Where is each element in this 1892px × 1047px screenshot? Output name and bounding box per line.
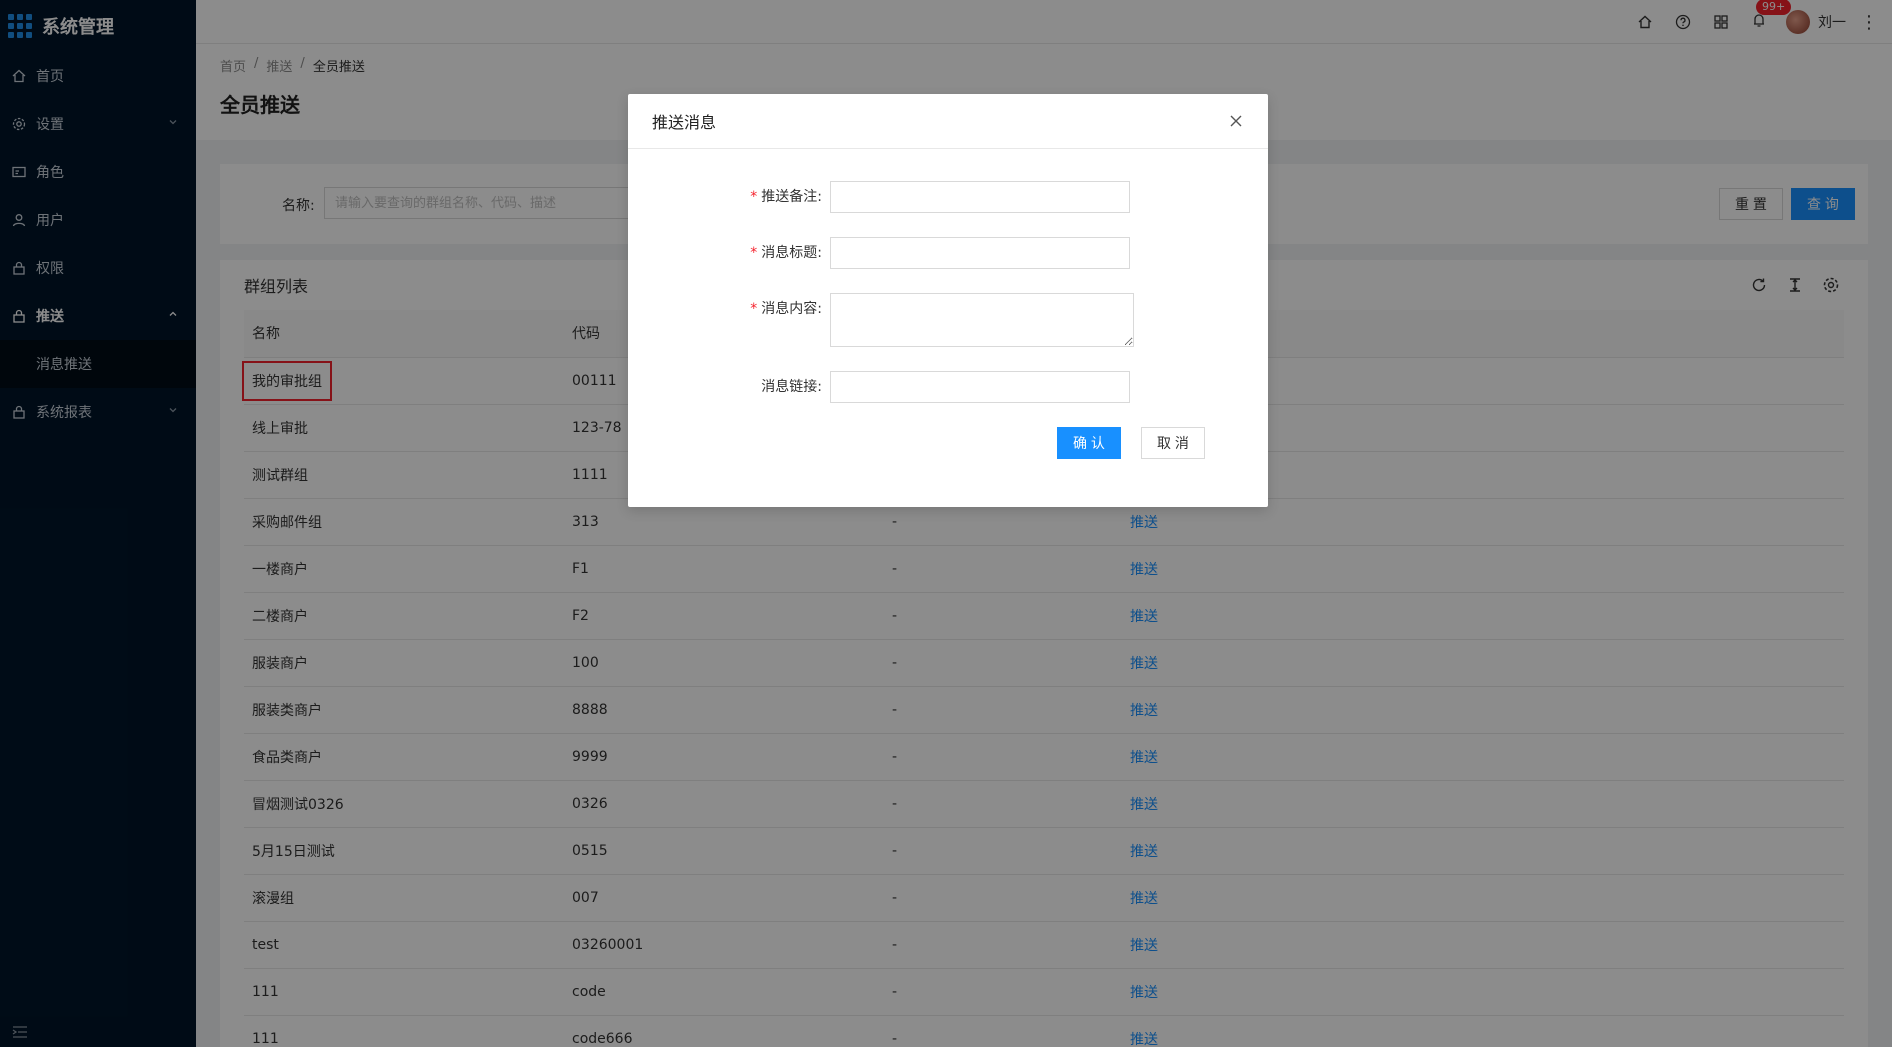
cancel-button[interactable]: 取 消 xyxy=(1141,427,1205,459)
form-row-remark: * 推送备注: xyxy=(628,181,1268,213)
confirm-button[interactable]: 确 认 xyxy=(1057,427,1121,459)
field-label: * 推送备注: xyxy=(750,189,822,205)
modal-header: 推送消息 xyxy=(628,94,1268,149)
field-label: * 消息内容: xyxy=(750,301,822,317)
form-row-title: * 消息标题: xyxy=(628,237,1268,269)
required-mark: * xyxy=(750,245,758,261)
app-root: 系统管理 首页 设置 角色 用户 权限 推送 消息推送 系统报表 99+ 刘一 … xyxy=(0,0,1892,1047)
required-mark: * xyxy=(750,189,758,205)
field-label: * 消息标题: xyxy=(750,245,822,261)
push-message-modal: 推送消息 * 推送备注: * 消息标题: * 消息内容: 消息链接: 确 认 取 消 xyxy=(628,94,1268,507)
close-icon[interactable] xyxy=(1228,113,1244,129)
required-mark: * xyxy=(750,301,758,317)
message-link-field[interactable] xyxy=(830,371,1130,403)
form-row-link: 消息链接: xyxy=(628,371,1268,403)
field-label: 消息链接: xyxy=(761,379,822,395)
modal-title: 推送消息 xyxy=(652,113,717,132)
message-content-field[interactable] xyxy=(830,293,1134,347)
form-row-content: * 消息内容: xyxy=(628,293,1268,347)
remark-field[interactable] xyxy=(830,181,1130,213)
message-title-field[interactable] xyxy=(830,237,1130,269)
